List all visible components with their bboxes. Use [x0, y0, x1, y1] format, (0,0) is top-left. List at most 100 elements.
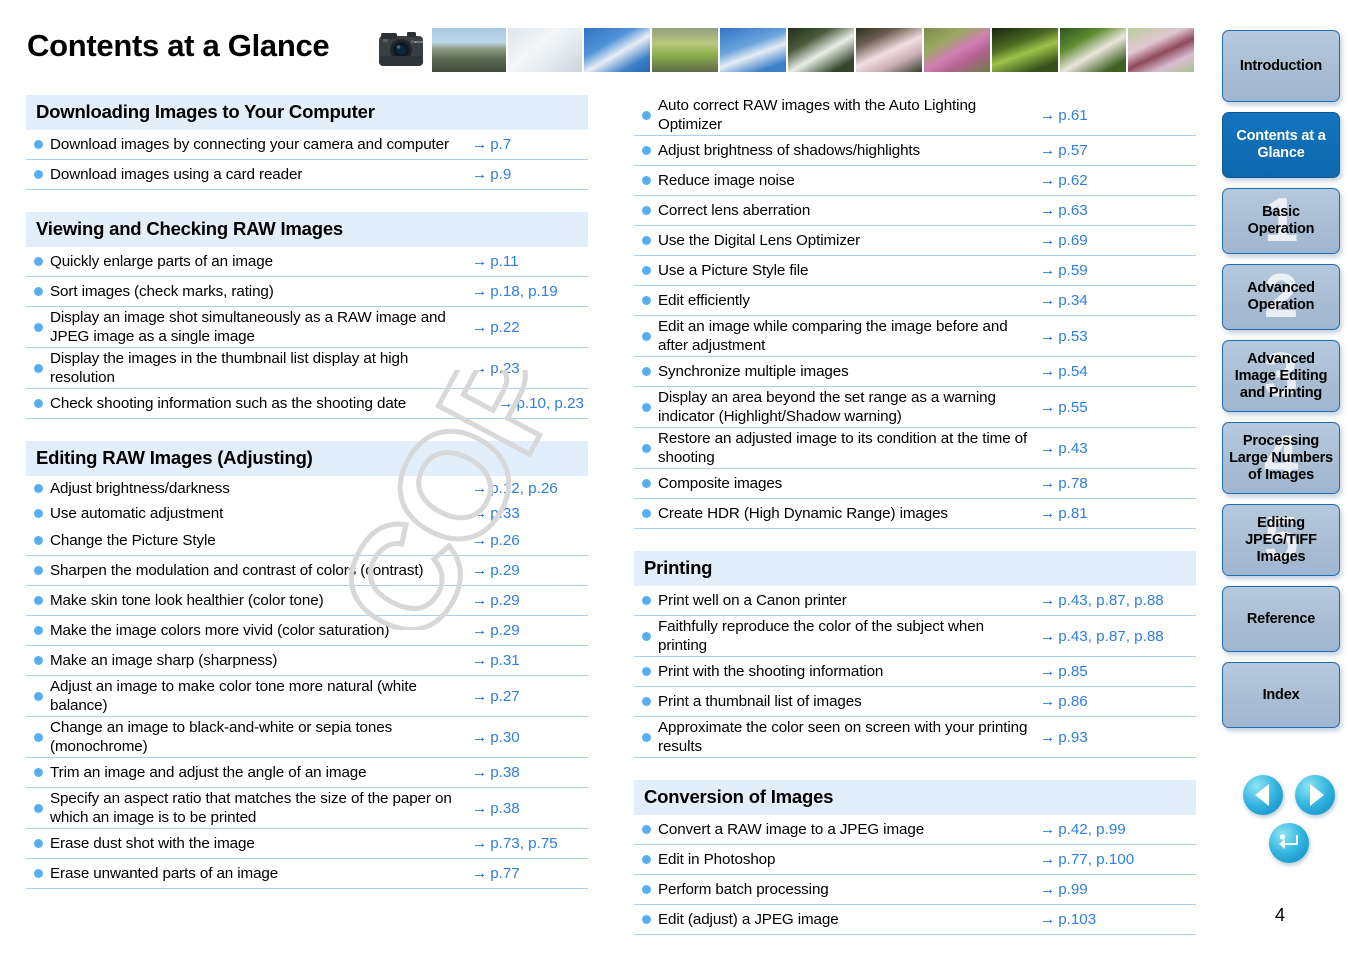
toc-entry-row[interactable]: Display an image shot simultaneously as …	[26, 307, 588, 348]
toc-entry-page-ref[interactable]: → p.33	[472, 505, 588, 522]
sidebar-tab-processing-large-numbers-of-images[interactable]: 4 Processing Large Numbers of Images	[1222, 422, 1340, 494]
toc-entry-page-ref[interactable]: → p.38	[472, 800, 588, 817]
toc-entry-row[interactable]: Erase dust shot with the image → p.73, p.7…	[26, 829, 588, 859]
toc-entry-label: Approximate the color seen on screen wit…	[658, 719, 1028, 755]
toc-entry-row[interactable]: Print a thumbnail list of images → p.86	[634, 687, 1196, 717]
toc-entry-row[interactable]: Synchronize multiple images → p.54	[634, 357, 1196, 387]
toc-entry-page-ref[interactable]: → p.61	[1040, 107, 1196, 124]
toc-entry-row[interactable]: Use automatic adjustment → p.33	[26, 501, 588, 526]
toc-entry-row[interactable]: Download images using a card reader → p.9	[26, 160, 588, 190]
toc-entry-page-ref[interactable]: → p.57	[1040, 142, 1196, 159]
toc-entry-page-ref[interactable]: → p.53	[1040, 328, 1196, 345]
toc-entry-row[interactable]: Faithfully reproduce the color of the su…	[634, 616, 1196, 657]
sidebar-tab-index[interactable]: Index	[1222, 662, 1340, 728]
toc-entry-page-ref[interactable]: → p.43, p.87, p.88	[1040, 592, 1196, 609]
toc-entry-page-ref[interactable]: → p.103	[1040, 911, 1196, 928]
toc-entry-row[interactable]: Create HDR (High Dynamic Range) images → p…	[634, 499, 1196, 529]
toc-entry-row[interactable]: Edit (adjust) a JPEG image → p.103	[634, 905, 1196, 935]
toc-entry-row[interactable]: Adjust an image to make color tone more …	[26, 676, 588, 717]
toc-entry-page-ref[interactable]: → p.77, p.100	[1040, 851, 1196, 868]
toc-entry-page-ref[interactable]: → p.18, p.19	[472, 283, 588, 300]
toc-entry-row[interactable]: Change an image to black-and-white or se…	[26, 717, 588, 758]
toc-entry-row[interactable]: Change the Picture Style → p.26	[26, 526, 588, 556]
toc-entry-row[interactable]: Make the image colors more vivid (color …	[26, 616, 588, 646]
toc-entry-page-ref[interactable]: → p.43, p.87, p.88	[1040, 628, 1196, 645]
toc-entry-row[interactable]: Edit an image while comparing the image …	[634, 316, 1196, 357]
toc-entry-row[interactable]: Correct lens aberration → p.63	[634, 196, 1196, 226]
toc-entry-page-ref[interactable]: → p.43	[1040, 440, 1196, 457]
toc-entry-page-ref[interactable]: → p.10, p.23	[498, 395, 588, 412]
toc-entry-page-ref[interactable]: → p.69	[1040, 232, 1196, 249]
toc-entry-row[interactable]: Use a Picture Style file → p.59	[634, 256, 1196, 286]
toc-entry-page-ref[interactable]: → p.11	[472, 253, 588, 270]
toc-entry-page-ref[interactable]: → p.99	[1040, 881, 1196, 898]
toc-entry-row[interactable]: Adjust brightness of shadows/highlights →…	[634, 136, 1196, 166]
next-page-arrow-icon[interactable]	[1295, 775, 1335, 815]
toc-entry-row[interactable]: Reduce image noise → p.62	[634, 166, 1196, 196]
toc-entry-page-ref[interactable]: → p.22	[472, 319, 588, 336]
toc-entry-page-ref[interactable]: → p.93	[1040, 729, 1196, 746]
sidebar-tab-contents-at-a-glance[interactable]: Contents at a Glance	[1222, 112, 1340, 178]
toc-entry-row[interactable]: Download images by connecting your camer…	[26, 130, 588, 160]
toc-entry-row[interactable]: Make an image sharp (sharpness) → p.31	[26, 646, 588, 676]
toc-entry-page-ref[interactable]: → p.29	[472, 592, 588, 609]
toc-entry-page-ref[interactable]: → p.7	[472, 136, 588, 153]
toc-entry-page-ref[interactable]: → p.31	[472, 652, 588, 669]
toc-entry-row[interactable]: Composite images → p.78	[634, 469, 1196, 499]
toc-entry-row[interactable]: Trim an image and adjust the angle of an…	[26, 758, 588, 788]
previous-page-arrow-icon[interactable]	[1243, 775, 1283, 815]
toc-entry-page-ref[interactable]: → p.38	[472, 764, 588, 781]
toc-entry-page-ref[interactable]: → p.62	[1040, 172, 1196, 189]
toc-entry-row[interactable]: Print well on a Canon printer → p.43, p.87…	[634, 586, 1196, 616]
toc-entry-row[interactable]: Edit efficiently → p.34	[634, 286, 1196, 316]
toc-entry-page-ref[interactable]: → p.34	[1040, 292, 1196, 309]
sidebar-tab-advanced-image-editing-and-printing[interactable]: 3 Advanced Image Editing and Printing	[1222, 340, 1340, 412]
toc-entry-page-ref[interactable]: → p.85	[1040, 663, 1196, 680]
toc-entry-page-ref[interactable]: → p.29	[472, 562, 588, 579]
toc-entry-page-ref[interactable]: → p.30	[472, 729, 588, 746]
toc-entry-row[interactable]: Convert a RAW image to a JPEG image → p.42…	[634, 815, 1196, 845]
toc-entry-page-ref[interactable]: → p.59	[1040, 262, 1196, 279]
toc-entry-row[interactable]: Specify an aspect ratio that matches the…	[26, 788, 588, 829]
toc-entry-page-ref[interactable]: → p.54	[1040, 363, 1196, 380]
toc-entry-page-ref[interactable]: → p.81	[1040, 505, 1196, 522]
toc-entry-row[interactable]: Display an area beyond the set range as …	[634, 387, 1196, 428]
sidebar-tab-advanced-operation[interactable]: 2 Advanced Operation	[1222, 264, 1340, 330]
toc-entry-row[interactable]: Auto correct RAW images with the Auto Li…	[634, 95, 1196, 136]
toc-entry-page-ref[interactable]: → p.26	[472, 532, 588, 549]
toc-entry-row[interactable]: Sharpen the modulation and contrast of c…	[26, 556, 588, 586]
toc-entry-page-ref[interactable]: → p.9	[472, 166, 588, 183]
toc-entry-row[interactable]: Sort images (check marks, rating) → p.18, …	[26, 277, 588, 307]
toc-entry-page-ref[interactable]: → p.77	[472, 865, 588, 882]
toc-entry-page-ref[interactable]: → p.63	[1040, 202, 1196, 219]
toc-entry-page-ref[interactable]: → p.27	[472, 688, 588, 705]
toc-entry-page-ref[interactable]: → p.42, p.99	[1040, 821, 1196, 838]
sidebar-tab-introduction[interactable]: Introduction	[1222, 30, 1340, 102]
toc-entry-row[interactable]: Erase unwanted parts of an image → p.77	[26, 859, 588, 889]
toc-entry-row[interactable]: Check shooting information such as the s…	[26, 389, 588, 419]
toc-entry-row[interactable]: Make skin tone look healthier (color ton…	[26, 586, 588, 616]
toc-entry-row[interactable]: Use the Digital Lens Optimizer → p.69	[634, 226, 1196, 256]
toc-entry-row[interactable]: Restore an adjusted image to its conditi…	[634, 428, 1196, 469]
bullet-icon	[34, 803, 43, 813]
toc-entry-row[interactable]: Approximate the color seen on screen wit…	[634, 717, 1196, 758]
toc-entry-row[interactable]: Print with the shooting information → p.85	[634, 657, 1196, 687]
toc-entry-row[interactable]: Display the images in the thumbnail list…	[26, 348, 588, 389]
toc-entry-page-ref[interactable]: → p.23	[472, 360, 588, 377]
sidebar-tab-basic-operation[interactable]: 1 Basic Operation	[1222, 188, 1340, 254]
toc-entry-row[interactable]: Perform batch processing → p.99	[634, 875, 1196, 905]
return-back-icon[interactable]	[1269, 823, 1309, 863]
toc-entry-page-ref[interactable]: → p.12, p.26	[472, 480, 588, 497]
toc-entry-page-ref[interactable]: → p.55	[1040, 399, 1196, 416]
toc-entry-label: Check shooting information such as the s…	[50, 395, 407, 412]
sidebar-tab-reference[interactable]: Reference	[1222, 586, 1340, 652]
toc-entry-page-ref[interactable]: → p.78	[1040, 475, 1196, 492]
toc-entry-row[interactable]: Edit in Photoshop → p.77, p.100	[634, 845, 1196, 875]
toc-entry-page-ref[interactable]: → p.29	[472, 622, 588, 639]
toc-entry-page-ref[interactable]: → p.73, p.75	[472, 835, 588, 852]
toc-entry-row[interactable]: Adjust brightness/darkness → p.12, p.26	[26, 476, 588, 501]
toc-entry-page-ref[interactable]: → p.86	[1040, 693, 1196, 710]
sidebar-tab-editing-jpeg-tiff-images[interactable]: 5 Editing JPEG/TIFF Images	[1222, 504, 1340, 576]
right-arrow-icon: →	[1040, 202, 1056, 219]
toc-entry-row[interactable]: Quickly enlarge parts of an image → p.11	[26, 247, 588, 277]
